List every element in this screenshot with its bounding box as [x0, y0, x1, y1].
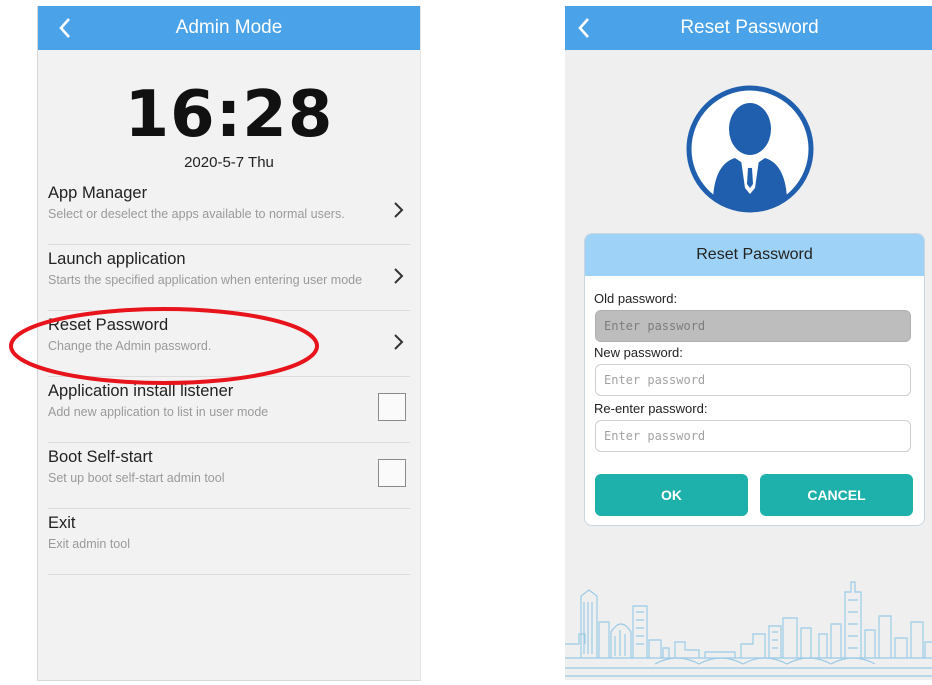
boot-self-start-checkbox[interactable] [378, 459, 406, 487]
menu-item-subtitle: Add new application to list in user mode [48, 405, 269, 419]
menu-item-title: App Manager [48, 184, 148, 202]
old-password-label: Old password: [594, 291, 678, 306]
page-title: Admin Mode [175, 17, 283, 38]
menu-item-subtitle: Select or deselect the apps available to… [48, 207, 345, 221]
chevron-right-icon [394, 334, 404, 350]
reenter-password-label: Re-enter password: [594, 401, 708, 416]
install-listener-checkbox[interactable] [378, 393, 406, 421]
user-avatar-icon [686, 85, 814, 213]
menu-item-subtitle: Exit admin tool [48, 537, 130, 551]
menu-item-application-install-listener[interactable]: Application install listener Add new app… [48, 376, 410, 443]
menu-item-boot-self-start[interactable]: Boot Self-start Set up boot self-start a… [48, 442, 410, 509]
new-password-label: New password: [594, 345, 683, 360]
menu-item-app-manager[interactable]: App Manager Select or deselect the apps … [48, 178, 410, 245]
menu-item-title: Launch application [48, 250, 186, 268]
date-display: 2020-5-7 Thu [184, 154, 274, 171]
cancel-button[interactable]: CANCEL [760, 474, 913, 516]
menu-item-subtitle: Set up boot self-start admin tool [48, 471, 225, 485]
menu-item-subtitle: Starts the specified application when en… [48, 273, 363, 287]
menu-item-subtitle: Change the Admin password. [48, 339, 212, 353]
dialog-title: Reset Password [585, 234, 924, 276]
reenter-password-input[interactable] [595, 420, 911, 452]
app-bar: Reset Password [565, 6, 932, 50]
menu-item-title: Application install listener [48, 382, 234, 400]
old-password-input[interactable] [595, 310, 911, 342]
menu-item-title: Reset Password [48, 316, 169, 334]
menu-item-exit[interactable]: Exit Exit admin tool [48, 508, 410, 575]
menu-item-reset-password[interactable]: Reset Password Change the Admin password… [48, 310, 410, 377]
menu-item-launch-application[interactable]: Launch application Starts the specified … [48, 244, 410, 311]
chevron-right-icon [394, 268, 404, 284]
reset-password-dialog: Reset Password Old password: New passwor… [584, 233, 925, 526]
app-bar: Admin Mode [38, 6, 420, 50]
admin-mode-screen: Admin Mode 16:28 2020-5-7 Thu App Manage… [37, 6, 421, 681]
reset-password-screen: Reset Password Reset Password Old passwo… [565, 6, 932, 680]
chevron-right-icon [394, 202, 404, 218]
clock-display: 16:28 [124, 78, 334, 152]
city-skyline-illustration [565, 581, 932, 677]
menu-item-title: Exit [48, 514, 76, 532]
ok-button[interactable]: OK [595, 474, 748, 516]
page-title: Reset Password [680, 17, 819, 38]
menu-item-title: Boot Self-start [48, 448, 153, 466]
new-password-input[interactable] [595, 364, 911, 396]
